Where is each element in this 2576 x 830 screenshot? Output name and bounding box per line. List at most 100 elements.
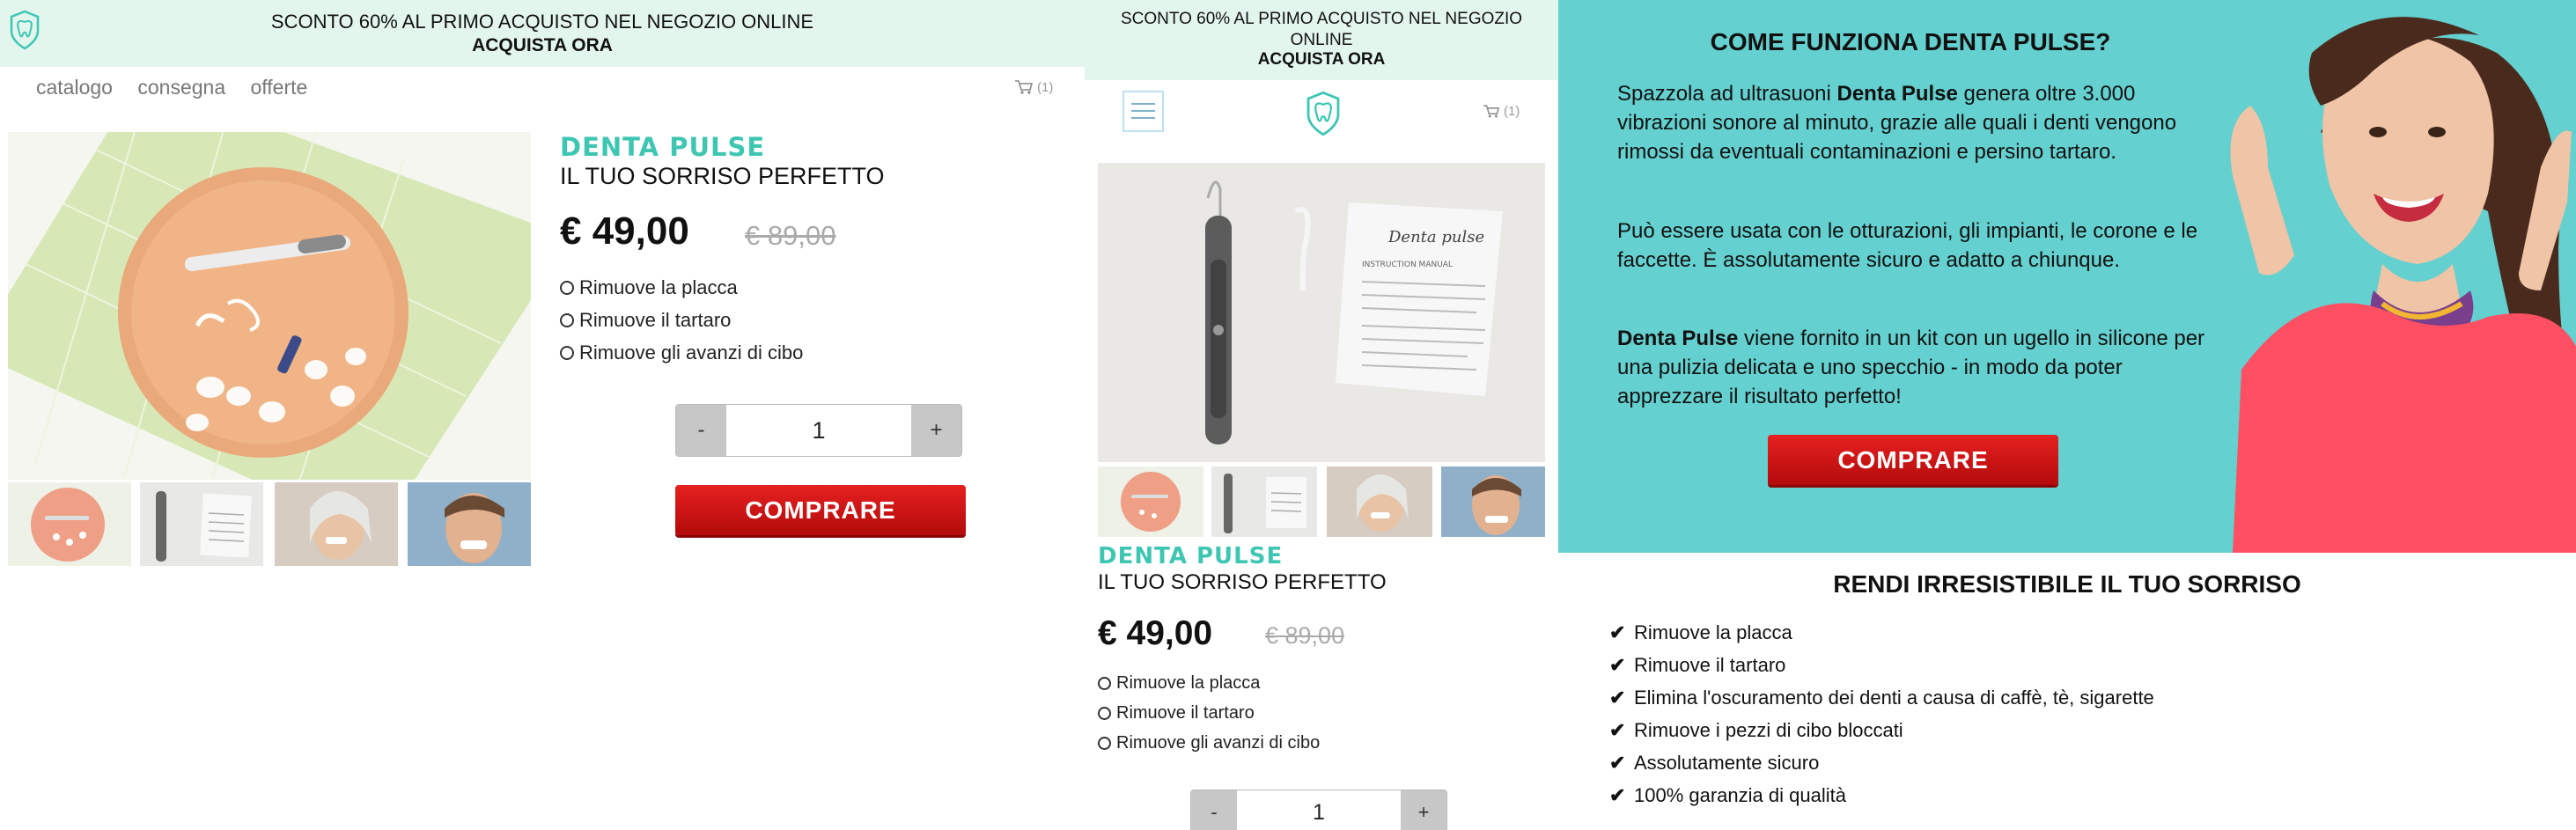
benefit-label: 100% garanzia di qualità: [1634, 783, 1846, 806]
feature-item: Rimuove la placca: [560, 276, 738, 299]
thumbnail-manual-image: [156, 491, 252, 562]
check-circle-icon: [1098, 677, 1111, 690]
thumbnail-woman-image: [275, 482, 398, 566]
quantity-stepper: - 1 +: [675, 404, 962, 457]
old-price: € 89,00: [745, 220, 836, 251]
smiling-woman-image: [2230, 17, 2576, 553]
cart-icon: [1483, 105, 1500, 118]
benefit-item: ✔ Rimuove il tartaro: [1609, 649, 2154, 681]
product-tray-image: [8, 132, 531, 480]
checkmark-icon: ✔: [1609, 751, 1626, 774]
promo-banner[interactable]: SCONTO 60% AL PRIMO ACQUISTO NEL NEGOZIO…: [0, 0, 1085, 67]
thumbnail-1[interactable]: [1098, 466, 1203, 537]
qty-plus-button[interactable]: +: [1401, 790, 1446, 830]
how-it-works-paragraph-3: Denta Pulse viene fornito in un kit con …: [1617, 324, 2216, 411]
thumbnail-4[interactable]: [1441, 466, 1545, 537]
benefit-label: Rimuove la placca: [1634, 621, 1792, 643]
product-manual-image: Denta pulse INSTRUCTION MANUAL: [1098, 163, 1545, 462]
thumbnail-manual-image: [1224, 474, 1306, 533]
benefit-label: Elimina l'oscuramento dei denti a causa …: [1634, 686, 2154, 709]
check-circle-icon: [560, 313, 574, 327]
nav-item-consegna[interactable]: consegna: [137, 76, 225, 99]
top-nav: catalogo consegna offerte: [36, 76, 327, 99]
feature-item: Rimuove il tartaro: [560, 309, 731, 332]
product-tagline: IL TUO SORRISO PERFETTO: [1098, 570, 1387, 594]
old-price: € 89,00: [1265, 622, 1345, 649]
feature-item: Rimuove la placca: [1098, 673, 1260, 694]
check-circle-icon: [560, 346, 574, 360]
tooth-logo-icon[interactable]: [1303, 91, 1343, 136]
check-circle-icon: [1098, 737, 1111, 750]
benefit-item: ✔ Rimuove la placca: [1609, 616, 2154, 649]
check-circle-icon: [1098, 707, 1111, 720]
product-main-image[interactable]: Denta pulse INSTRUCTION MANUAL: [1098, 163, 1545, 462]
desktop-product-view: SCONTO 60% AL PRIMO ACQUISTO NEL NEGOZIO…: [0, 0, 1085, 830]
thumbnail-woman-image: [1327, 466, 1432, 537]
menu-button[interactable]: [1122, 91, 1164, 132]
nav-item-catalogo[interactable]: catalogo: [36, 76, 113, 99]
qty-minus-button[interactable]: -: [1191, 790, 1237, 830]
thumbnail-tray-image: [1121, 472, 1181, 532]
cart-icon: [1015, 80, 1034, 94]
brand-name: DENTA PULSE: [560, 132, 766, 162]
benefit-label: Rimuove i pezzi di cibo bloccati: [1634, 718, 1903, 741]
benefit-item: ✔ 100% garanzia di qualità: [1609, 779, 2154, 812]
benefit-label: Rimuove il tartaro: [1634, 653, 1786, 676]
thumbnail-2[interactable]: [1211, 466, 1317, 537]
feature-label: Rimuove il tartaro: [579, 309, 732, 331]
benefit-item: ✔ Assolutamente sicuro: [1609, 746, 2154, 779]
cart-button[interactable]: (1): [1014, 79, 1053, 95]
qty-input[interactable]: 1: [1237, 790, 1401, 830]
feature-label: Rimuove gli avanzi di cibo: [1116, 733, 1321, 753]
feature-label: Rimuove la placca: [1116, 673, 1261, 693]
product-price: € 49,00: [560, 209, 689, 253]
thumbnail-4[interactable]: [408, 482, 531, 566]
check-circle-icon: [560, 281, 574, 295]
nav-item-offerte[interactable]: offerte: [251, 76, 308, 99]
promo-cta[interactable]: ACQUISTA ORA: [1085, 50, 1558, 70]
thumbnail-man-image: [408, 482, 531, 566]
how-it-works-paragraph-2: Può essere usata con le otturazioni, gli…: [1617, 219, 2198, 272]
buy-button[interactable]: COMPRARE: [1768, 435, 2058, 485]
product-main-image[interactable]: [8, 132, 531, 480]
feature-label: Rimuove il tartaro: [1116, 703, 1255, 723]
product-tagline: IL TUO SORRISO PERFETTO: [560, 163, 885, 189]
checkmark-icon: ✔: [1609, 621, 1626, 643]
cart-button[interactable]: (1): [1483, 104, 1520, 119]
thumbnail-3[interactable]: [275, 482, 398, 566]
checkmark-icon: ✔: [1609, 686, 1626, 709]
feature-item: Rimuove gli avanzi di cibo: [1098, 733, 1320, 753]
brand-name: DENTA PULSE: [1098, 543, 1284, 569]
info-section: COME FUNZIONA DENTA PULSE? Spazzola ad u…: [1558, 0, 2576, 830]
manual-title: Denta pulse: [1387, 228, 1484, 246]
thumbnail-man-image: [1441, 466, 1545, 537]
how-it-works-title: COME FUNZIONA DENTA PULSE?: [1710, 28, 2111, 55]
checkmark-icon: ✔: [1609, 718, 1626, 741]
qty-minus-button[interactable]: -: [676, 405, 726, 456]
feature-item: Rimuove gli avanzi di cibo: [560, 342, 803, 364]
promo-banner[interactable]: SCONTO 60% AL PRIMO ACQUISTO NEL NEGOZIO…: [1085, 0, 1558, 80]
feature-label: Rimuove gli avanzi di cibo: [579, 342, 804, 364]
benefit-label: Assolutamente sicuro: [1634, 751, 1820, 774]
quantity-stepper: - 1 +: [1190, 790, 1447, 830]
promo-text: SCONTO 60% AL PRIMO ACQUISTO NEL NEGOZIO…: [1120, 10, 1523, 49]
promo-text: SCONTO 60% AL PRIMO ACQUISTO NEL NEGOZIO…: [270, 11, 814, 33]
qty-input[interactable]: 1: [726, 405, 911, 456]
checkmark-icon: ✔: [1609, 653, 1626, 676]
cart-count: (1): [1504, 104, 1520, 119]
how-it-works-paragraph-1: Spazzola ad ultrasuoni Denta Pulse gener…: [1617, 79, 2216, 166]
feature-label: Rimuove la placca: [579, 276, 738, 298]
promo-cta[interactable]: ACQUISTA ORA: [0, 35, 1085, 56]
hamburger-icon: [1131, 103, 1155, 119]
buy-button[interactable]: COMPRARE: [675, 485, 966, 535]
thumbnail-1[interactable]: [8, 482, 131, 566]
thumbnail-3[interactable]: [1327, 466, 1432, 537]
qty-plus-button[interactable]: +: [911, 405, 961, 456]
paragraph-bold: Denta Pulse: [1617, 327, 1739, 350]
product-price: € 49,00: [1098, 614, 1213, 652]
thumbnail-2[interactable]: [140, 482, 263, 566]
mobile-product-view: SCONTO 60% AL PRIMO ACQUISTO NEL NEGOZIO…: [1085, 0, 1558, 830]
benefit-item: ✔ Rimuove i pezzi di cibo bloccati: [1609, 714, 2154, 746]
benefits-list: ✔ Rimuove la placca ✔ Rimuove il tartaro ✔…: [1609, 616, 2154, 812]
how-it-works-section: COME FUNZIONA DENTA PULSE? Spazzola ad u…: [1558, 0, 2576, 553]
